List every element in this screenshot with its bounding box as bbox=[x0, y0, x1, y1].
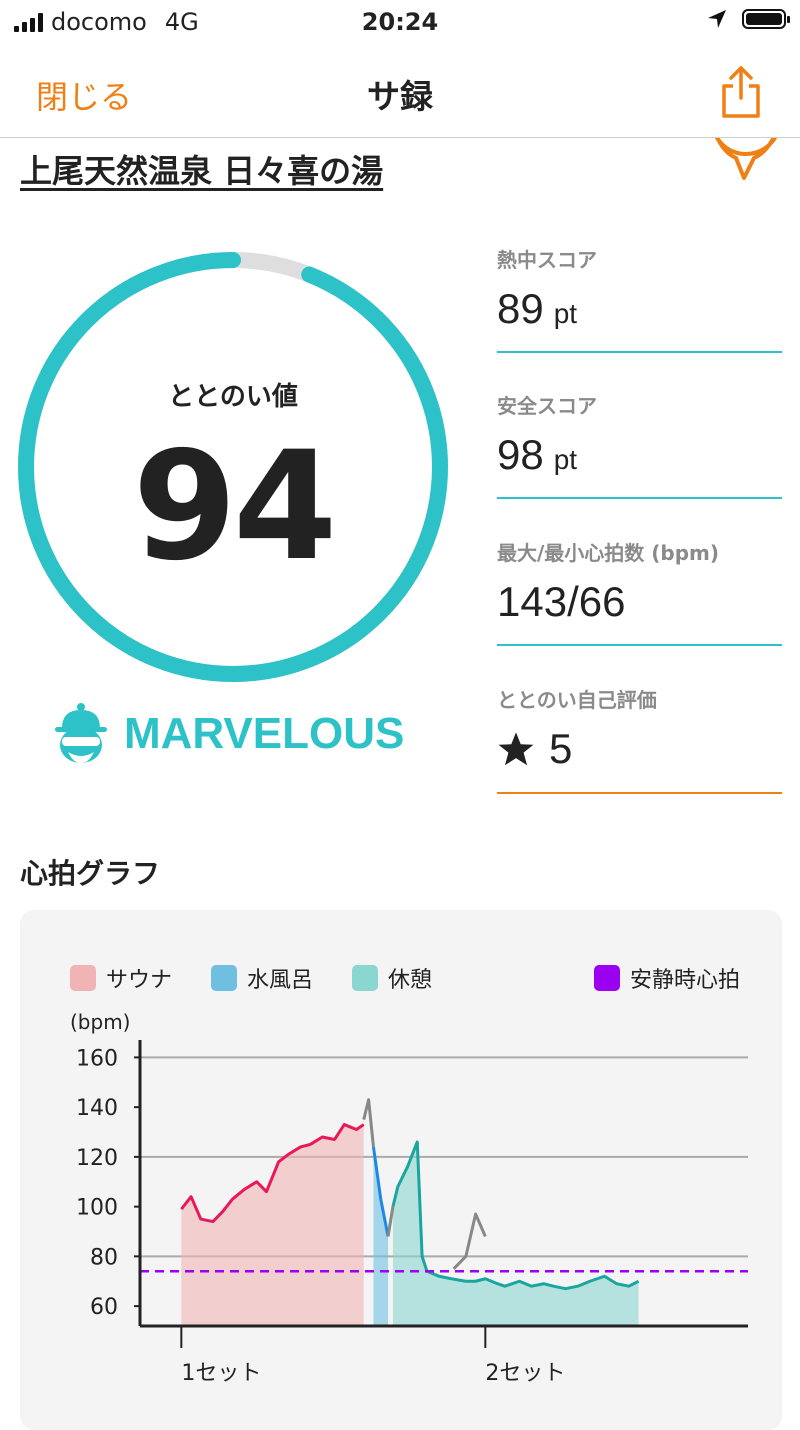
safety-score-unit: pt bbox=[553, 444, 578, 475]
heat-score-label: 熱中スコア bbox=[497, 248, 597, 272]
section-title: 心拍グラフ bbox=[20, 857, 161, 890]
heart-rate-range: 最大/最小心拍数 (bpm) 143/66 bbox=[497, 537, 782, 646]
divider bbox=[497, 792, 782, 794]
legend-label: 水風呂 bbox=[247, 968, 314, 993]
heat-score-value: 89 bbox=[497, 285, 544, 332]
legend-label: 安静時心拍 bbox=[630, 968, 741, 993]
page-title: サ録 bbox=[367, 77, 433, 116]
legend-water-bath: 水風呂 bbox=[211, 962, 313, 994]
share-icon[interactable] bbox=[716, 64, 766, 120]
location-arrow-icon bbox=[708, 10, 726, 28]
totonoi-label: ととのい値 bbox=[168, 382, 298, 412]
battery-icon bbox=[742, 9, 790, 29]
clock: 20:24 bbox=[361, 8, 439, 36]
divider bbox=[497, 497, 782, 499]
legend-swatch bbox=[70, 965, 96, 991]
divider bbox=[497, 644, 782, 646]
legend-rest: 休憩 bbox=[352, 962, 432, 994]
nav-bar: 閉じる サ録 bbox=[0, 44, 800, 138]
star-icon bbox=[498, 732, 534, 766]
self-rating-label: ととのい自己評価 bbox=[497, 688, 657, 712]
mascot-icon bbox=[55, 703, 107, 764]
facility-name[interactable]: 上尾天然温泉 日々喜の湯 bbox=[20, 146, 383, 192]
legend-sauna: サウナ bbox=[70, 962, 172, 994]
heart-rate-range-value: 143/66 bbox=[497, 578, 626, 625]
chart-legend: サウナ 水風呂 休憩 安静時心拍 bbox=[0, 962, 800, 994]
safety-score-value: 98 bbox=[497, 431, 544, 478]
y-axis-label: (bpm) bbox=[70, 1010, 131, 1034]
legend-label: 休憩 bbox=[388, 968, 433, 993]
heat-score-unit: pt bbox=[553, 298, 578, 329]
status-bar: docomo 4G 20:24 bbox=[0, 0, 800, 44]
divider bbox=[497, 351, 782, 353]
legend-swatch bbox=[352, 965, 378, 991]
heat-score: 熱中スコア 89 pt bbox=[497, 244, 782, 353]
self-rating-value: 5 bbox=[549, 725, 573, 772]
legend-label: サウナ bbox=[106, 968, 173, 993]
safety-score-label: 安全スコア bbox=[497, 394, 597, 418]
self-rating[interactable]: ととのい自己評価 5 bbox=[497, 684, 782, 794]
legend-resting-heart-rate: 安静時心拍 bbox=[594, 962, 740, 994]
legend-swatch bbox=[211, 965, 237, 991]
legend-swatch bbox=[594, 965, 620, 991]
totonoi-value: 94 bbox=[132, 420, 338, 594]
rank-text: MARVELOUS bbox=[124, 709, 405, 758]
heart-rate-range-label: 最大/最小心拍数 (bpm) bbox=[497, 541, 720, 565]
rank-badge: MARVELOUS bbox=[52, 702, 404, 766]
safety-score: 安全スコア 98 pt bbox=[497, 390, 782, 499]
